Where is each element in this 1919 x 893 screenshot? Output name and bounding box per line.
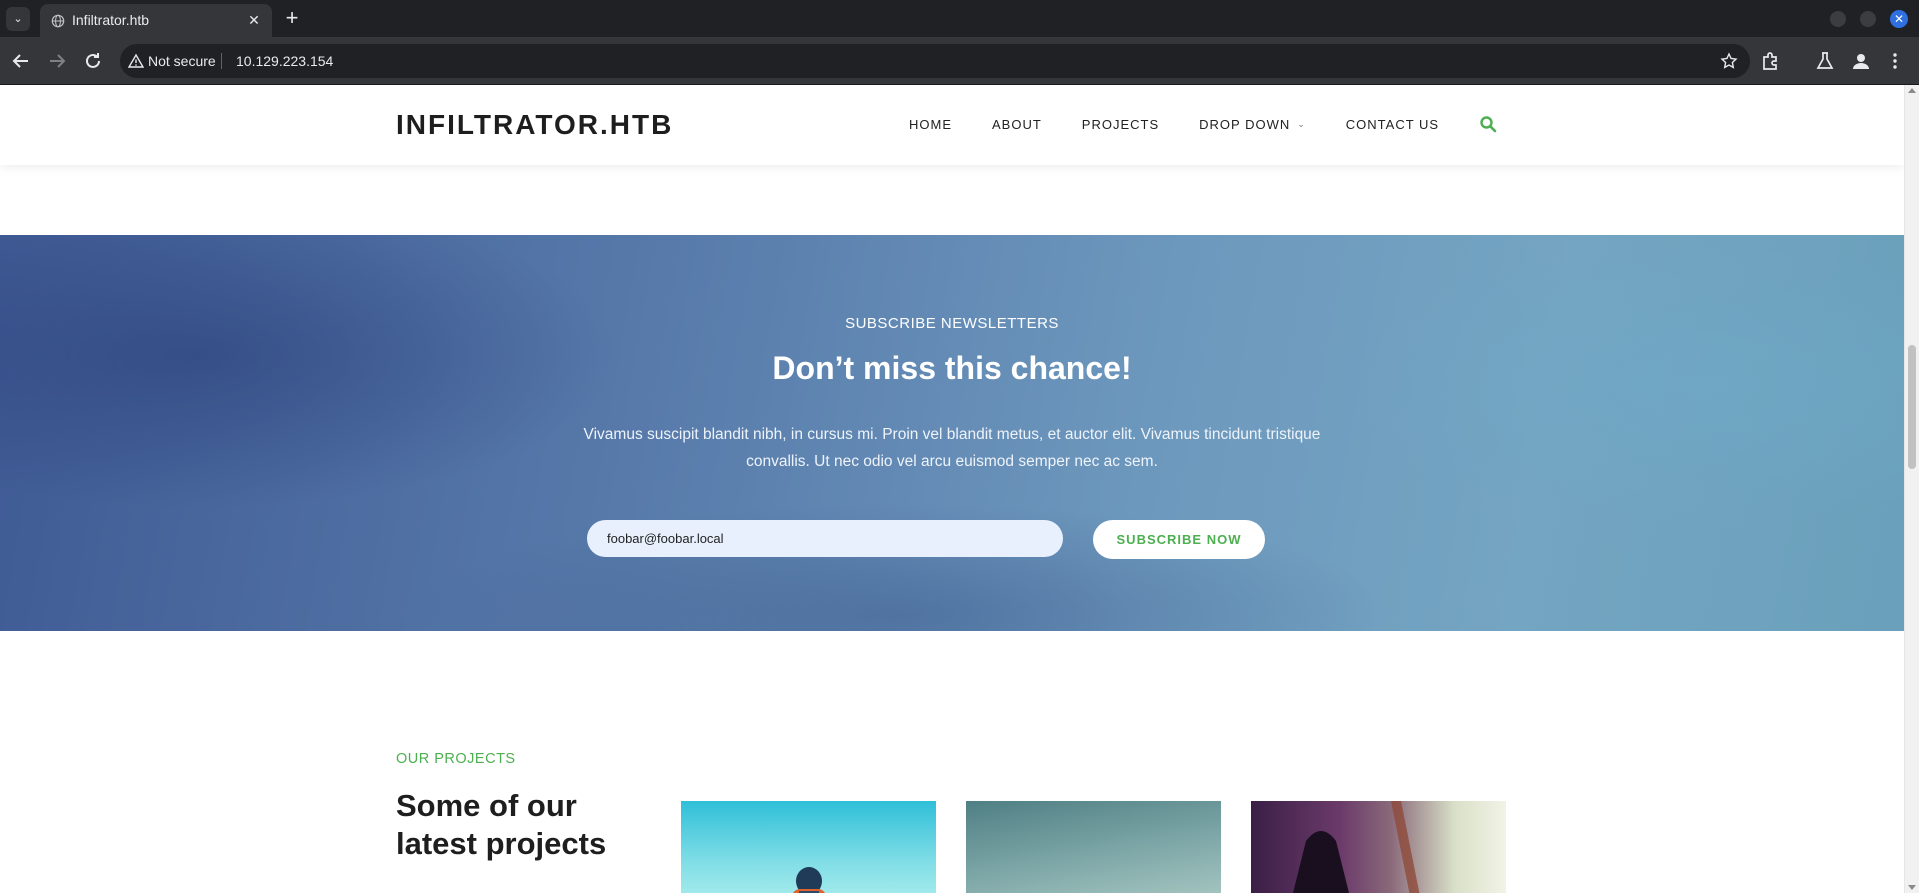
chevron-down-icon: ⌄ — [1297, 119, 1306, 129]
project-image-2[interactable] — [966, 801, 1221, 893]
search-icon[interactable] — [1479, 115, 1497, 133]
window-maximize-button[interactable] — [1860, 11, 1876, 27]
project-image-3[interactable] — [1251, 801, 1506, 893]
project-image-3-figure — [1293, 801, 1420, 893]
browser-tabstrip: ⌄ Infiltrator.htb ✕ + ✕ — [0, 0, 1919, 37]
newsletter-text: Vivamus suscipit blandit nibh, in cursus… — [583, 426, 1321, 470]
security-label[interactable]: Not secure — [148, 53, 216, 69]
new-tab-button[interactable]: + — [280, 7, 304, 31]
nav-contact-us-label: CONTACT US — [1345, 117, 1440, 132]
forward-icon[interactable] — [45, 49, 69, 73]
not-secure-warning-icon[interactable] — [128, 53, 144, 69]
newsletter-banner: SUBSCRIBE NEWSLETTERS Don’t miss this ch… — [0, 235, 1904, 631]
newsletter-email-input[interactable] — [587, 520, 1063, 557]
newsletter-title: Don’t miss this chance! — [772, 350, 1132, 386]
nav-projects-label: PROJECTS — [1081, 117, 1160, 132]
subscribe-now-button[interactable]: SUBSCRIBE NOW — [1093, 520, 1265, 559]
back-icon[interactable] — [9, 49, 33, 73]
browser-toolbar: Not secure 10.129.223.154 — [0, 37, 1919, 85]
page-scrollbar[interactable] — [1904, 85, 1919, 893]
scroll-up-arrow-icon[interactable] — [1908, 88, 1916, 93]
nav-about-label: ABOUT — [992, 117, 1042, 132]
nav-about[interactable]: ABOUT — [992, 117, 1042, 132]
site-header: INFILTRATOR.HTB HOME ABOUT PROJECTS DROP… — [0, 85, 1904, 165]
address-divider — [221, 53, 222, 69]
browser-menu-icon[interactable] — [1883, 49, 1907, 73]
nav-drop-down-label: DROP DOWN — [1199, 117, 1291, 132]
page-viewport: INFILTRATOR.HTB HOME ABOUT PROJECTS DROP… — [0, 85, 1919, 893]
projects-title: Some of our latest projects — [396, 788, 607, 861]
tab-title: Infiltrator.htb — [72, 12, 150, 28]
newsletter-kicker: SUBSCRIBE NEWSLETTERS — [845, 315, 1059, 332]
scrollbar-thumb[interactable] — [1908, 345, 1916, 469]
nav-drop-down[interactable]: DROP DOWN ⌄ — [1199, 117, 1306, 132]
nav-projects[interactable]: PROJECTS — [1082, 117, 1159, 132]
scroll-down-arrow-icon[interactable] — [1908, 885, 1916, 890]
project-image-1-figure — [793, 867, 825, 893]
tab-search-chevron-icon[interactable]: ⌄ — [6, 7, 30, 31]
project-image-1[interactable] — [681, 801, 936, 893]
profile-avatar-icon[interactable] — [1849, 49, 1873, 73]
reload-icon[interactable] — [81, 49, 105, 73]
site-logo[interactable]: INFILTRATOR.HTB — [396, 109, 673, 141]
tab-close-icon[interactable]: ✕ — [244, 10, 264, 30]
nav-contact-us[interactable]: CONTACT US — [1346, 117, 1439, 132]
bookmark-star-icon[interactable] — [1720, 52, 1738, 70]
nav-home[interactable]: HOME — [909, 117, 952, 132]
browser-tab[interactable]: Infiltrator.htb ✕ — [40, 4, 272, 37]
projects-kicker: OUR PROJECTS — [396, 751, 516, 767]
globe-icon — [51, 14, 65, 28]
address-bar[interactable]: Not secure 10.129.223.154 — [120, 44, 1750, 78]
window-close-button[interactable]: ✕ — [1890, 10, 1908, 28]
main-nav: HOME ABOUT PROJECTS DROP DOWN ⌄ CONTACT U… — [909, 117, 1479, 132]
extensions-puzzle-icon[interactable] — [1759, 49, 1783, 73]
window-minimize-button[interactable] — [1830, 11, 1846, 27]
labs-flask-icon[interactable] — [1813, 49, 1837, 73]
nav-home-label: HOME — [909, 117, 952, 132]
url-text[interactable]: 10.129.223.154 — [236, 53, 333, 69]
